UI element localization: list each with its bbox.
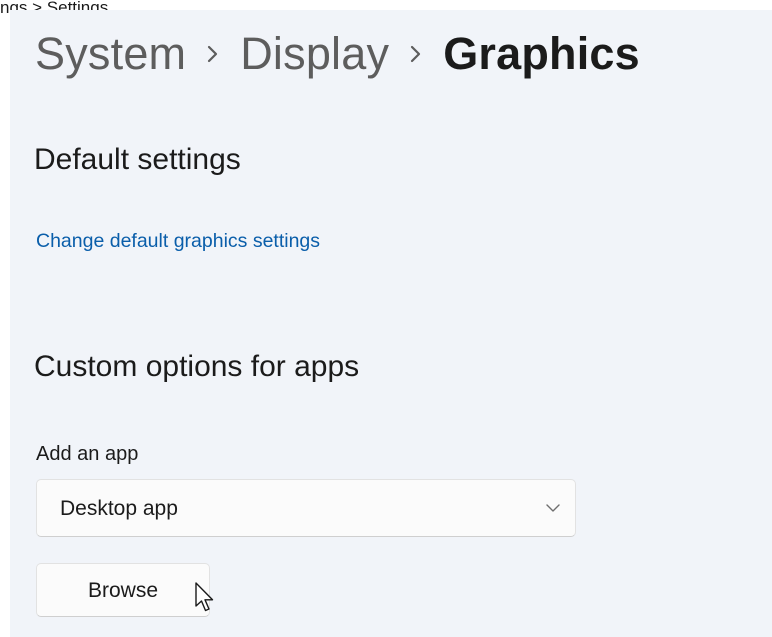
custom-options-heading: Custom options for apps	[34, 350, 360, 383]
chevron-right-icon	[389, 24, 443, 84]
breadcrumb-item-system[interactable]: System	[35, 28, 186, 80]
app-type-dropdown[interactable]: Desktop app	[36, 479, 576, 537]
chevron-down-icon	[545, 500, 561, 516]
browse-button[interactable]: Browse	[36, 563, 210, 617]
chevron-right-icon	[186, 24, 240, 84]
mouse-pointer-icon	[194, 582, 216, 614]
breadcrumb: System Display Graphics	[35, 24, 640, 84]
change-default-graphics-settings-link[interactable]: Change default graphics settings	[36, 230, 320, 253]
breadcrumb-item-display[interactable]: Display	[240, 28, 389, 80]
breadcrumb-item-graphics: Graphics	[443, 28, 640, 79]
default-settings-heading: Default settings	[34, 143, 241, 176]
browse-button-label: Browse	[87, 579, 159, 602]
add-an-app-label: Add an app	[36, 443, 139, 465]
settings-content-panel: System Display Graphics Default settings…	[10, 10, 772, 637]
app-type-selected-value: Desktop app	[60, 497, 178, 520]
